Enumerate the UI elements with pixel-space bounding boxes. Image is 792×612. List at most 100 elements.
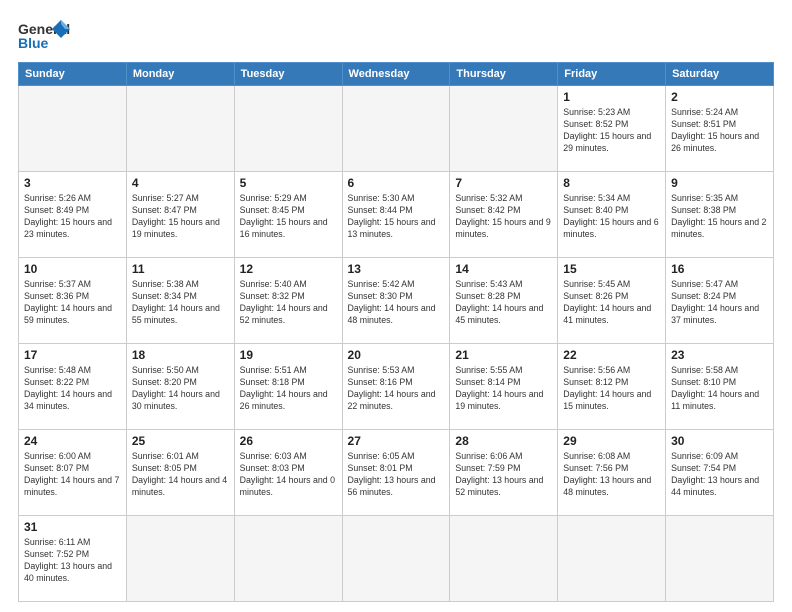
day-info: Sunrise: 5:27 AM Sunset: 8:47 PM Dayligh… (132, 193, 229, 241)
day-number: 22 (563, 347, 660, 363)
calendar-cell: 23 Sunrise: 5:58 AM Sunset: 8:10 PM Dayli… (666, 344, 774, 430)
calendar-table: SundayMondayTuesdayWednesdayThursdayFrid… (18, 62, 774, 602)
day-info: Sunrise: 5:40 AM Sunset: 8:32 PM Dayligh… (240, 279, 337, 327)
day-number: 14 (455, 261, 552, 277)
calendar-cell (450, 86, 558, 172)
calendar-cell: 16Sunrise: 5:47 AM Sunset: 8:24 PM Dayli… (666, 258, 774, 344)
day-info: Sunrise: 5:50 AM Sunset: 8:20 PM Dayligh… (132, 365, 229, 413)
calendar-cell (19, 86, 127, 172)
calendar-cell (126, 86, 234, 172)
day-number: 5 (240, 175, 337, 191)
calendar-cell: 30Sunrise: 6:09 AM Sunset: 7:54 PM Dayli… (666, 430, 774, 516)
calendar-header: SundayMondayTuesdayWednesdayThursdayFrid… (19, 63, 774, 86)
day-number: 4 (132, 175, 229, 191)
logo: GeneralBlue (18, 18, 78, 54)
calendar-cell (558, 516, 666, 602)
day-number: 11 (132, 261, 229, 277)
calendar-cell: 11 Sunrise: 5:38 AM Sunset: 8:34 PM Dayli… (126, 258, 234, 344)
calendar-cell: 27 Sunrise: 6:05 AM Sunset: 8:01 PM Dayli… (342, 430, 450, 516)
day-number: 2 (671, 89, 768, 105)
calendar-cell: 3 Sunrise: 5:26 AM Sunset: 8:49 PM Daylig… (19, 172, 127, 258)
calendar-cell: 26Sunrise: 6:03 AM Sunset: 8:03 PM Dayli… (234, 430, 342, 516)
day-info: Sunrise: 5:37 AM Sunset: 8:36 PM Dayligh… (24, 279, 121, 327)
day-info: Sunrise: 6:05 AM Sunset: 8:01 PM Dayligh… (348, 451, 445, 499)
calendar-cell: 2 Sunrise: 5:24 AM Sunset: 8:51 PM Daylig… (666, 86, 774, 172)
day-number: 12 (240, 261, 337, 277)
calendar-week-6: 31 Sunrise: 6:11 AM Sunset: 7:52 PM Dayli… (19, 516, 774, 602)
calendar-cell (126, 516, 234, 602)
day-info: Sunrise: 5:45 AM Sunset: 8:26 PM Dayligh… (563, 279, 660, 327)
day-number: 23 (671, 347, 768, 363)
day-number: 9 (671, 175, 768, 191)
day-info: Sunrise: 5:32 AM Sunset: 8:42 PM Dayligh… (455, 193, 552, 241)
calendar-body: 1Sunrise: 5:23 AM Sunset: 8:52 PM Daylig… (19, 86, 774, 602)
calendar-week-3: 10Sunrise: 5:37 AM Sunset: 8:36 PM Dayli… (19, 258, 774, 344)
day-number: 16 (671, 261, 768, 277)
calendar-cell: 29 Sunrise: 6:08 AM Sunset: 7:56 PM Dayli… (558, 430, 666, 516)
calendar-cell (234, 86, 342, 172)
calendar-week-2: 3 Sunrise: 5:26 AM Sunset: 8:49 PM Daylig… (19, 172, 774, 258)
day-number: 8 (563, 175, 660, 191)
calendar-cell (234, 516, 342, 602)
day-info: Sunrise: 6:09 AM Sunset: 7:54 PM Dayligh… (671, 451, 768, 499)
day-number: 6 (348, 175, 445, 191)
day-info: Sunrise: 5:55 AM Sunset: 8:14 PM Dayligh… (455, 365, 552, 413)
day-info: Sunrise: 5:38 AM Sunset: 8:34 PM Dayligh… (132, 279, 229, 327)
calendar-cell: 20Sunrise: 5:53 AM Sunset: 8:16 PM Dayli… (342, 344, 450, 430)
day-info: Sunrise: 5:35 AM Sunset: 8:38 PM Dayligh… (671, 193, 768, 241)
day-info: Sunrise: 5:29 AM Sunset: 8:45 PM Dayligh… (240, 193, 337, 241)
day-info: Sunrise: 5:30 AM Sunset: 8:44 PM Dayligh… (348, 193, 445, 241)
day-info: Sunrise: 6:01 AM Sunset: 8:05 PM Dayligh… (132, 451, 229, 499)
day-number: 17 (24, 347, 121, 363)
day-info: Sunrise: 5:26 AM Sunset: 8:49 PM Dayligh… (24, 193, 121, 241)
calendar-cell: 22 Sunrise: 5:56 AM Sunset: 8:12 PM Dayli… (558, 344, 666, 430)
calendar-cell: 1Sunrise: 5:23 AM Sunset: 8:52 PM Daylig… (558, 86, 666, 172)
calendar-cell: 21 Sunrise: 5:55 AM Sunset: 8:14 PM Dayli… (450, 344, 558, 430)
day-number: 1 (563, 89, 660, 105)
day-info: Sunrise: 6:11 AM Sunset: 7:52 PM Dayligh… (24, 537, 121, 585)
calendar-cell: 14Sunrise: 5:43 AM Sunset: 8:28 PM Dayli… (450, 258, 558, 344)
calendar-cell (342, 516, 450, 602)
calendar-cell (666, 516, 774, 602)
calendar-cell: 19Sunrise: 5:51 AM Sunset: 8:18 PM Dayli… (234, 344, 342, 430)
day-number: 3 (24, 175, 121, 191)
calendar-cell: 17 Sunrise: 5:48 AM Sunset: 8:22 PM Dayli… (19, 344, 127, 430)
day-info: Sunrise: 5:48 AM Sunset: 8:22 PM Dayligh… (24, 365, 121, 413)
calendar-cell: 18 Sunrise: 5:50 AM Sunset: 8:20 PM Dayli… (126, 344, 234, 430)
weekday-header-thursday: Thursday (450, 63, 558, 86)
calendar-week-5: 24Sunrise: 6:00 AM Sunset: 8:07 PM Dayli… (19, 430, 774, 516)
day-info: Sunrise: 5:51 AM Sunset: 8:18 PM Dayligh… (240, 365, 337, 413)
day-info: Sunrise: 5:53 AM Sunset: 8:16 PM Dayligh… (348, 365, 445, 413)
calendar-cell: 8Sunrise: 5:34 AM Sunset: 8:40 PM Daylig… (558, 172, 666, 258)
calendar-cell: 6 Sunrise: 5:30 AM Sunset: 8:44 PM Daylig… (342, 172, 450, 258)
calendar-cell (342, 86, 450, 172)
day-number: 24 (24, 433, 121, 449)
day-number: 7 (455, 175, 552, 191)
weekday-header-monday: Monday (126, 63, 234, 86)
day-info: Sunrise: 5:24 AM Sunset: 8:51 PM Dayligh… (671, 107, 768, 155)
calendar-cell: 7 Sunrise: 5:32 AM Sunset: 8:42 PM Daylig… (450, 172, 558, 258)
page: GeneralBlue SundayMondayTuesdayWednesday… (0, 0, 792, 612)
day-number: 18 (132, 347, 229, 363)
calendar-cell: 12 Sunrise: 5:40 AM Sunset: 8:32 PM Dayli… (234, 258, 342, 344)
calendar-cell: 24Sunrise: 6:00 AM Sunset: 8:07 PM Dayli… (19, 430, 127, 516)
weekday-header-sunday: Sunday (19, 63, 127, 86)
day-number: 21 (455, 347, 552, 363)
day-number: 27 (348, 433, 445, 449)
calendar-cell: 25Sunrise: 6:01 AM Sunset: 8:05 PM Dayli… (126, 430, 234, 516)
day-info: Sunrise: 6:08 AM Sunset: 7:56 PM Dayligh… (563, 451, 660, 499)
day-number: 29 (563, 433, 660, 449)
calendar-cell: 10Sunrise: 5:37 AM Sunset: 8:36 PM Dayli… (19, 258, 127, 344)
weekday-header-wednesday: Wednesday (342, 63, 450, 86)
calendar-week-4: 17 Sunrise: 5:48 AM Sunset: 8:22 PM Dayli… (19, 344, 774, 430)
calendar-cell: 4 Sunrise: 5:27 AM Sunset: 8:47 PM Daylig… (126, 172, 234, 258)
weekday-header-tuesday: Tuesday (234, 63, 342, 86)
calendar-week-1: 1Sunrise: 5:23 AM Sunset: 8:52 PM Daylig… (19, 86, 774, 172)
day-number: 28 (455, 433, 552, 449)
calendar-cell: 13Sunrise: 5:42 AM Sunset: 8:30 PM Dayli… (342, 258, 450, 344)
weekday-header-friday: Friday (558, 63, 666, 86)
day-number: 26 (240, 433, 337, 449)
day-info: Sunrise: 5:56 AM Sunset: 8:12 PM Dayligh… (563, 365, 660, 413)
day-info: Sunrise: 5:58 AM Sunset: 8:10 PM Dayligh… (671, 365, 768, 413)
day-number: 31 (24, 519, 121, 535)
